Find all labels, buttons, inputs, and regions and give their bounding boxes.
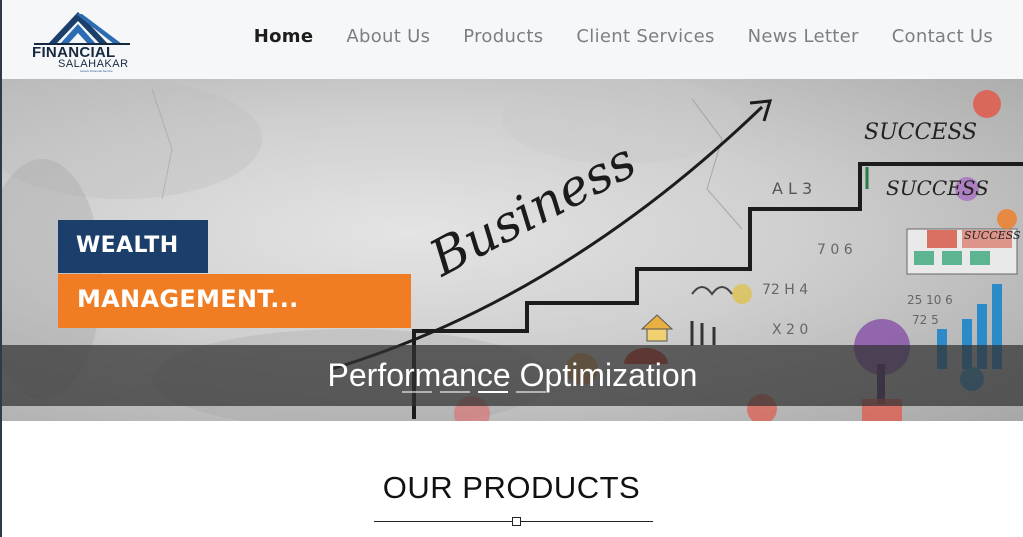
nav-news-letter[interactable]: News Letter xyxy=(748,26,859,47)
nav-contact-us[interactable]: Contact Us xyxy=(892,26,993,47)
slider-dot[interactable] xyxy=(516,391,546,393)
roof-triangle-logo-icon xyxy=(34,12,130,45)
nav-about-us[interactable]: About Us xyxy=(346,26,430,47)
svg-text:72 H 4: 72 H 4 xyxy=(762,282,808,298)
slider-indicators xyxy=(402,391,546,393)
svg-text:7 0 6: 7 0 6 xyxy=(817,242,853,258)
site-header: FINANCIAL SALAHAKAR Assets Financial Ser… xyxy=(2,0,1023,79)
our-products-heading: OUR PRODUCTS xyxy=(382,470,641,505)
slider-dot-active[interactable] xyxy=(478,391,508,393)
badge-wealth-label: WEALTH xyxy=(76,233,179,258)
nav-products[interactable]: Products xyxy=(463,26,543,47)
brand-tagline: Assets Financial Service xyxy=(80,69,113,73)
nav-client-services[interactable]: Client Services xyxy=(576,26,714,47)
sketch-success-1: SUCCESS xyxy=(864,120,977,145)
hero-slider[interactable]: A L 3 7 0 6 72 H 4 25 10 6 72 5 X 2 0 Bu… xyxy=(2,79,1023,421)
main-nav: Home About Us Products Client Services N… xyxy=(254,26,993,47)
svg-text:25 10 6: 25 10 6 xyxy=(907,293,953,307)
sketch-success-3: SUCCESS xyxy=(964,229,1021,242)
sketch-success-2: SUCCESS xyxy=(886,176,989,200)
sketch-word-business: Business xyxy=(420,131,646,288)
divider-square-icon xyxy=(512,517,521,526)
slider-dot[interactable] xyxy=(402,391,432,393)
svg-text:72 5: 72 5 xyxy=(912,313,939,327)
slide-caption-bar: Performance Optimization xyxy=(2,345,1023,406)
badge-management-label: MANAGEMENT... xyxy=(77,285,299,313)
badge-wealth: WEALTH xyxy=(58,220,208,273)
svg-text:A L 3: A L 3 xyxy=(772,179,812,198)
slider-dot[interactable] xyxy=(440,391,470,393)
nav-home[interactable]: Home xyxy=(254,26,314,47)
badge-management: MANAGEMENT... xyxy=(58,274,411,328)
slide-caption: Performance Optimization xyxy=(327,357,698,393)
brand-logo[interactable]: FINANCIAL SALAHAKAR Assets Financial Ser… xyxy=(30,10,142,73)
svg-text:X 2 0: X 2 0 xyxy=(772,322,808,338)
